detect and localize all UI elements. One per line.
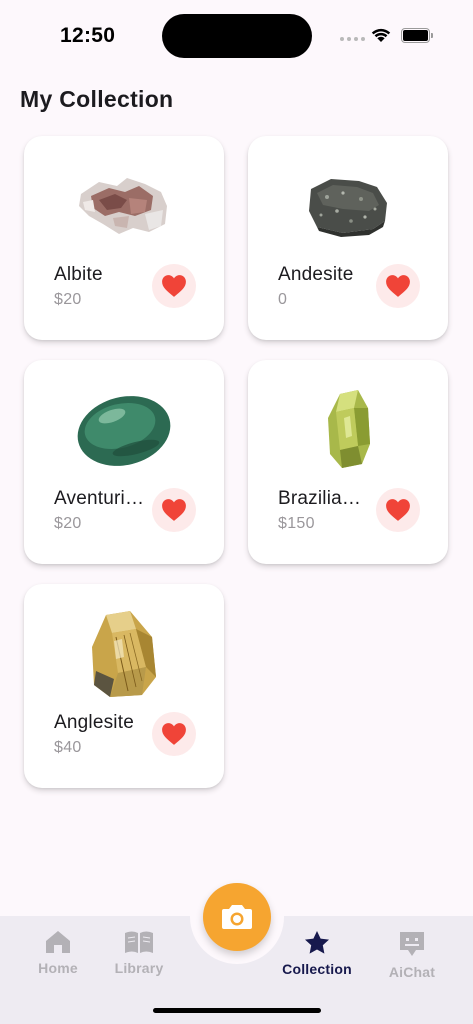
item-name: Aventurine xyxy=(54,488,146,509)
nav-library[interactable]: Library xyxy=(110,930,168,976)
camera-icon xyxy=(222,905,252,929)
heart-icon xyxy=(162,499,186,521)
home-icon xyxy=(46,931,70,953)
nav-home[interactable]: Home xyxy=(36,930,80,976)
item-name: Anglesite xyxy=(54,712,134,733)
wifi-icon xyxy=(371,28,391,42)
albite-rock-image xyxy=(64,156,184,256)
favorite-button[interactable] xyxy=(376,488,420,532)
brazilianite-crystal-image xyxy=(288,380,408,480)
nav-home-label: Home xyxy=(38,960,78,976)
aventurine-stone-image xyxy=(64,380,184,480)
collection-card-albite[interactable]: Albite $20 xyxy=(24,136,224,340)
status-time: 12:50 xyxy=(60,24,116,47)
item-price: $40 xyxy=(54,739,82,756)
dynamic-island xyxy=(162,14,312,58)
nav-library-label: Library xyxy=(114,960,164,976)
andesite-rock-image xyxy=(288,156,408,256)
nav-collection-label: Collection xyxy=(282,961,352,977)
anglesite-crystal-image xyxy=(64,604,184,704)
chat-bot-icon xyxy=(400,932,424,956)
favorite-button[interactable] xyxy=(152,264,196,308)
star-icon xyxy=(305,931,329,954)
collection-card-andesite[interactable]: Andesite 0 xyxy=(248,136,448,340)
item-price: $150 xyxy=(278,515,315,532)
nav-aichat-label: AiChat xyxy=(388,964,436,980)
home-indicator xyxy=(153,1008,321,1013)
heart-icon xyxy=(386,499,410,521)
favorite-button[interactable] xyxy=(152,488,196,532)
favorite-button[interactable] xyxy=(152,712,196,756)
battery-icon xyxy=(401,28,433,44)
nav-collection[interactable]: Collection xyxy=(278,930,356,977)
book-icon xyxy=(125,931,153,953)
item-price: $20 xyxy=(54,515,82,532)
camera-fab-button[interactable] xyxy=(203,883,271,951)
item-name: Brazilianite xyxy=(278,488,370,509)
item-name: Albite xyxy=(54,264,103,285)
collection-card-anglesite[interactable]: Anglesite $40 xyxy=(24,584,224,788)
collection-grid: Albite $20 Andesite 0 Aventurine $20 Bra… xyxy=(24,136,449,788)
status-bar: 12:50 xyxy=(0,0,473,70)
collection-card-brazilianite[interactable]: Brazilianite $150 xyxy=(248,360,448,564)
item-price: 0 xyxy=(278,291,288,308)
favorite-button[interactable] xyxy=(376,264,420,308)
nav-aichat[interactable]: AiChat xyxy=(386,930,438,980)
signal-dots-icon xyxy=(340,37,365,41)
collection-card-aventurine[interactable]: Aventurine $20 xyxy=(24,360,224,564)
item-name: Andesite xyxy=(278,264,354,285)
item-price: $20 xyxy=(54,291,82,308)
heart-icon xyxy=(162,275,186,297)
page-title: My Collection xyxy=(20,86,174,112)
heart-icon xyxy=(386,275,410,297)
heart-icon xyxy=(162,723,186,745)
